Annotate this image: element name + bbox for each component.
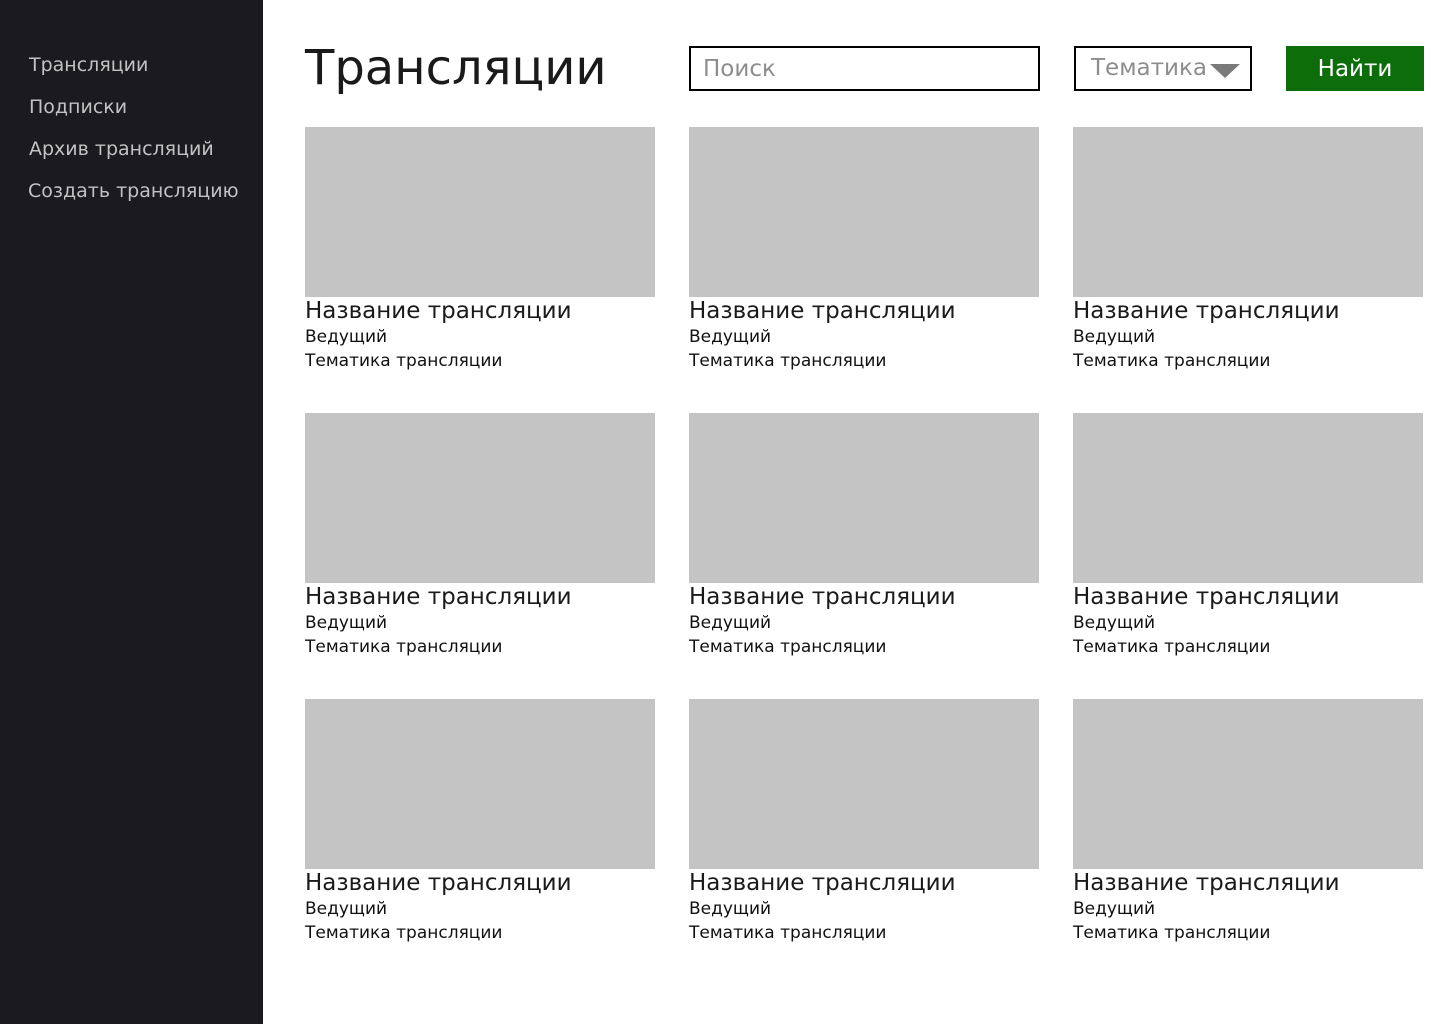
stream-card[interactable]: Название трансляции Ведущий Тематика тра… [689, 699, 1039, 943]
stream-card[interactable]: Название трансляции Ведущий Тематика тра… [305, 699, 655, 943]
stream-title[interactable]: Название трансляции [689, 583, 1039, 611]
stream-info: Название трансляции Ведущий Тематика тра… [1073, 583, 1423, 659]
stream-thumbnail[interactable] [305, 413, 655, 583]
stream-host: Ведущий [305, 327, 388, 347]
stream-title[interactable]: Название трансляции [1073, 583, 1423, 611]
stream-thumbnail[interactable] [1073, 413, 1423, 583]
stream-info: Название трансляции Ведущий Тематика тра… [305, 869, 655, 945]
stream-info: Название трансляции Ведущий Тематика тра… [305, 583, 655, 659]
stream-card[interactable]: Название трансляции Ведущий Тематика тра… [1073, 413, 1423, 657]
stream-info: Название трансляции Ведущий Тематика тра… [305, 297, 655, 373]
stream-title[interactable]: Название трансляции [305, 869, 655, 897]
stream-card[interactable]: Название трансляции Ведущий Тематика тра… [1073, 699, 1423, 943]
sidebar-item-streams[interactable]: Трансляции [29, 52, 239, 94]
stream-card[interactable]: Название трансляции Ведущий Тематика тра… [1073, 127, 1423, 371]
stream-host: Ведущий [1073, 613, 1156, 633]
sidebar-item-stream-archive[interactable]: Архив трансляций [29, 136, 239, 178]
stream-topic: Тематика трансляции [1073, 351, 1271, 371]
search-input[interactable] [691, 48, 1038, 89]
stream-card[interactable]: Название трансляции Ведущий Тематика тра… [305, 127, 655, 371]
stream-host: Ведущий [689, 899, 772, 919]
stream-host: Ведущий [1073, 899, 1156, 919]
stream-title[interactable]: Название трансляции [1073, 297, 1423, 325]
search-box [689, 46, 1040, 91]
stream-info: Название трансляции Ведущий Тематика тра… [689, 583, 1039, 659]
stream-topic: Тематика трансляции [1073, 923, 1271, 943]
find-button[interactable]: Найти [1286, 46, 1424, 91]
stream-title[interactable]: Название трансляции [305, 583, 655, 611]
stream-info: Название трансляции Ведущий Тематика тра… [1073, 869, 1423, 945]
stream-topic: Тематика трансляции [689, 351, 887, 371]
stream-title[interactable]: Название трансляции [689, 869, 1039, 897]
sidebar-item-subscriptions[interactable]: Подписки [29, 94, 239, 136]
stream-topic: Тематика трансляции [1073, 637, 1271, 657]
stream-thumbnail[interactable] [1073, 127, 1423, 297]
stream-host: Ведущий [689, 327, 772, 347]
stream-info: Название трансляции Ведущий Тематика тра… [689, 297, 1039, 373]
sidebar: Трансляции Подписки Архив трансляций Соз… [0, 0, 263, 1024]
stream-thumbnail[interactable] [305, 127, 655, 297]
topic-select-value: Тематика [1091, 55, 1207, 81]
triangle-down-icon [1210, 64, 1240, 78]
sidebar-item-create-stream[interactable]: Создать трансляцию [28, 178, 239, 220]
stream-topic: Тематика трансляции [305, 637, 503, 657]
stream-topic: Тематика трансляции [689, 637, 887, 657]
stream-host: Ведущий [305, 613, 388, 633]
stream-card[interactable]: Название трансляции Ведущий Тематика тра… [305, 413, 655, 657]
stream-thumbnail[interactable] [305, 699, 655, 869]
topic-select[interactable]: Тематика [1074, 46, 1252, 91]
stream-thumbnail[interactable] [689, 127, 1039, 297]
app-window: Трансляции Подписки Архив трансляций Соз… [0, 0, 1440, 1024]
stream-info: Название трансляции Ведущий Тематика тра… [689, 869, 1039, 945]
stream-host: Ведущий [1073, 327, 1156, 347]
stream-topic: Тематика трансляции [305, 923, 503, 943]
stream-title[interactable]: Название трансляции [305, 297, 655, 325]
stream-topic: Тематика трансляции [305, 351, 503, 371]
stream-title[interactable]: Название трансляции [689, 297, 1039, 325]
stream-topic: Тематика трансляции [689, 923, 887, 943]
streams-grid: Название трансляции Ведущий Тематика тра… [305, 127, 1423, 943]
stream-host: Ведущий [305, 899, 388, 919]
page-title: Трансляции [305, 40, 607, 96]
stream-card[interactable]: Название трансляции Ведущий Тематика тра… [689, 413, 1039, 657]
stream-thumbnail[interactable] [689, 413, 1039, 583]
stream-title[interactable]: Название трансляции [1073, 869, 1423, 897]
sidebar-nav: Трансляции Подписки Архив трансляций Соз… [28, 52, 239, 220]
stream-info: Название трансляции Ведущий Тематика тра… [1073, 297, 1423, 373]
stream-host: Ведущий [689, 613, 772, 633]
stream-thumbnail[interactable] [1073, 699, 1423, 869]
stream-thumbnail[interactable] [689, 699, 1039, 869]
stream-card[interactable]: Название трансляции Ведущий Тематика тра… [689, 127, 1039, 371]
